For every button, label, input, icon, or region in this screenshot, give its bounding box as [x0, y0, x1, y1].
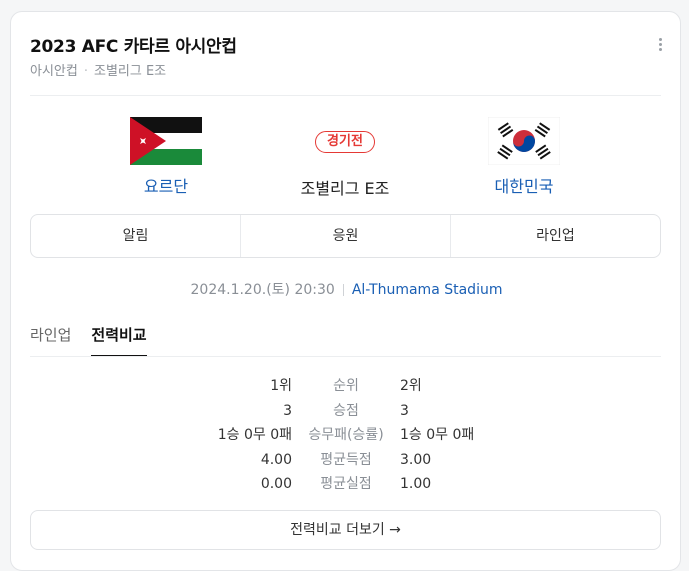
stat-row: 0.00 평균실점 1.00 [151, 472, 551, 497]
away-team-name[interactable]: 대한민국 [454, 173, 594, 197]
comparison-more-button[interactable]: 전력비교 더보기 → [30, 510, 661, 550]
stat-away-value: 3 [400, 402, 409, 419]
tab-lineup[interactable]: 라인업 [30, 324, 71, 357]
page-title: 2023 AFC 카타르 아시안컵 [30, 37, 237, 57]
more-options-icon[interactable] [652, 38, 668, 56]
stat-label: 순위 [333, 378, 359, 394]
stat-row: 1위 순위 2위 [151, 374, 551, 399]
stats-table: 1위 순위 2위 3 승점 3 1승 0무 0패 승무패(승률) 1승 0무 0… [151, 374, 551, 497]
stat-label: 평균득점 [320, 451, 372, 468]
stat-away-value: 3.00 [400, 451, 432, 468]
tab-comparison[interactable]: 전력비교 [91, 324, 147, 357]
stat-label: 평균실점 [320, 476, 372, 492]
lineup-button[interactable]: 라인업 [451, 215, 660, 257]
stat-row: 3 승점 3 [151, 399, 551, 424]
stat-row: 4.00 평균득점 3.00 [151, 448, 551, 473]
stat-home-value: 1위 [270, 378, 292, 394]
stat-home-value: 3 [283, 402, 292, 419]
home-team-name[interactable]: 요르단 [96, 173, 236, 197]
home-team[interactable]: 요르단 [96, 117, 236, 197]
stat-label: 승점 [333, 402, 359, 419]
tabs-divider [30, 356, 661, 357]
stat-row: 1승 0무 0패 승무패(승률) 1승 0무 0패 [151, 423, 551, 448]
tab-bar: 라인업 전력비교 [30, 324, 167, 357]
away-team[interactable]: 대한민국 [454, 117, 594, 197]
info-separator [342, 284, 344, 296]
stat-away-value: 1승 0무 0패 [400, 427, 475, 443]
alarm-button[interactable]: 알림 [31, 215, 241, 257]
stat-label: 승무패(승률) [308, 427, 384, 443]
korea-flag-icon [488, 117, 560, 165]
breadcrumb: 아시안컵 · 조별리그 E조 [30, 60, 166, 79]
stat-home-value: 0.00 [260, 476, 292, 492]
stat-home-value: 1승 0무 0패 [217, 427, 292, 443]
match-status-badge: 경기전 [315, 131, 375, 153]
breadcrumb-item-group[interactable]: 조별리그 E조 [94, 64, 166, 79]
cheer-button[interactable]: 응원 [241, 215, 451, 257]
match-datetime: 2024.1.20.(토) 20:30 [190, 282, 335, 298]
stat-home-value: 4.00 [260, 451, 292, 468]
breadcrumb-separator: · [83, 64, 88, 79]
jordan-flag-icon [130, 117, 202, 165]
breadcrumb-item-tournament[interactable]: 아시안컵 [30, 64, 78, 79]
stadium-link[interactable]: Al-Thumama Stadium [352, 282, 503, 298]
match-card: 2023 AFC 카타르 아시안컵 아시안컵 · 조별리그 E조 요르단 경기전 조… [10, 11, 681, 571]
stat-away-value: 1.00 [400, 476, 432, 492]
stat-away-value: 2위 [400, 378, 422, 394]
header-divider [30, 95, 661, 96]
match-info: 2024.1.20.(토) 20:30 Al-Thumama Stadium [11, 279, 682, 299]
match-group: 조별리그 E조 [300, 179, 390, 198]
action-bar: 알림 응원 라인업 [30, 214, 661, 258]
